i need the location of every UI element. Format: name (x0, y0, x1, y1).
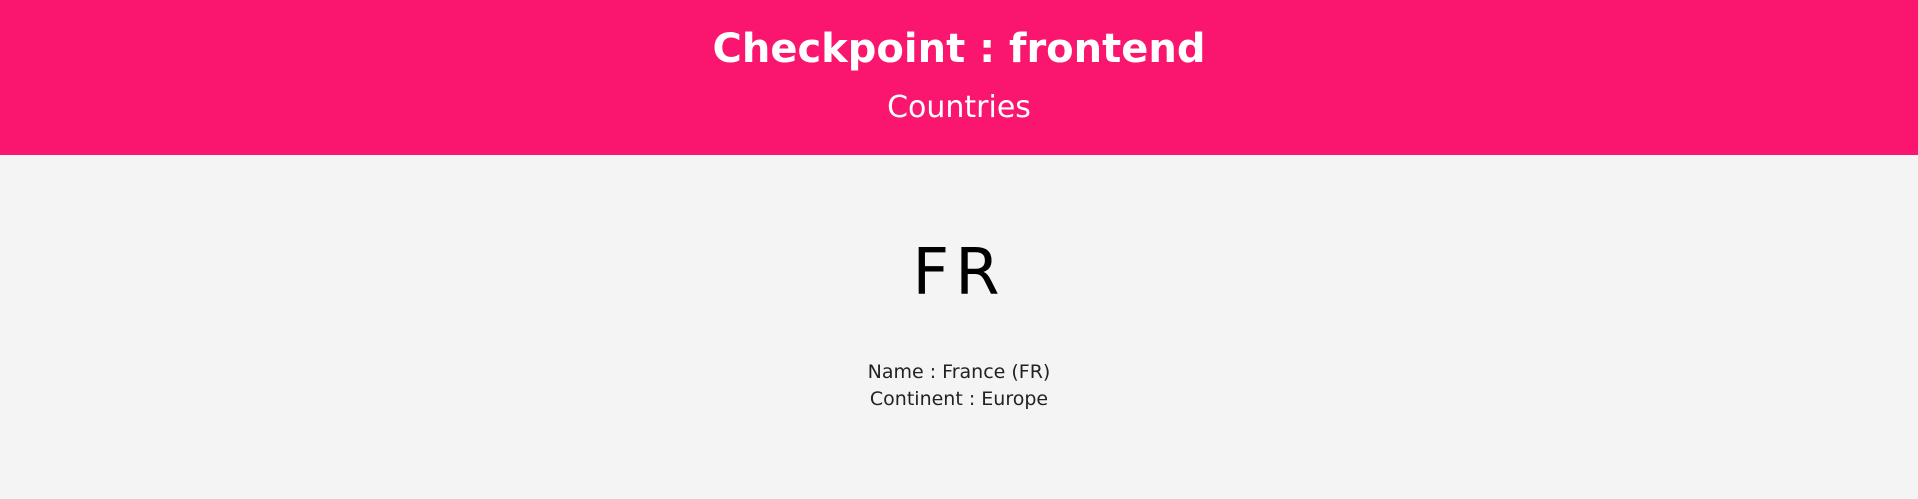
country-info: Name : France (FR) Continent : Europe (0, 359, 1918, 413)
country-name: Name : France (FR) (867, 361, 1051, 383)
app-header: Checkpoint : frontend Countries (0, 0, 1918, 155)
country-code: FR (912, 236, 1006, 310)
app-title: Checkpoint : frontend (712, 26, 1206, 72)
country-continent: Continent : Europe (869, 388, 1049, 410)
country-detail: FR Name : France (FR) Continent : Europe (0, 155, 1918, 413)
countries-link[interactable]: Countries (887, 90, 1031, 126)
